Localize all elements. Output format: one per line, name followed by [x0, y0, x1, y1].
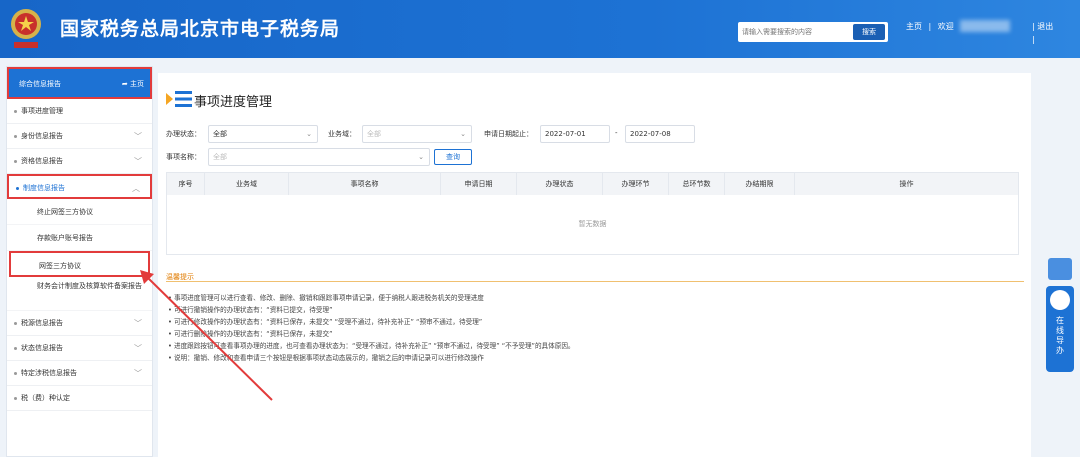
empty-state: 暂无数据	[578, 220, 607, 228]
divider	[166, 281, 1024, 282]
chevron-down-icon: ﹀	[134, 132, 142, 141]
sidebar-item-system[interactable]: 制度信息报告 ︿	[7, 174, 152, 199]
online-guide-button[interactable]: 在线导办	[1046, 286, 1074, 372]
sidebar-item-tax-source[interactable]: 税源信息报告 ﹀	[7, 311, 152, 336]
column-header: 业务域	[205, 173, 289, 195]
column-header: 总环节数	[669, 173, 725, 195]
home-link[interactable]: 主页	[906, 22, 922, 31]
logout-link[interactable]: | 退出 |	[1032, 20, 1053, 46]
status-select[interactable]: 全部 ⌄	[208, 125, 318, 143]
national-emblem-icon	[11, 9, 41, 48]
back-arrow-icon: ➦	[121, 80, 128, 88]
column-header: 申请日期	[441, 173, 517, 195]
chevron-down-icon: ⌄	[460, 130, 466, 138]
bullet-icon	[14, 347, 17, 350]
annotation-arrow-icon	[140, 270, 273, 401]
sidebar-subitem-sign-agreement[interactable]: 网签三方协议	[9, 251, 150, 277]
user-icon[interactable]	[1048, 258, 1072, 280]
query-button[interactable]: 查询	[434, 149, 472, 165]
status-label: 办理状态：	[166, 130, 201, 138]
top-banner: 国家税务总局北京市电子税务局 搜索 主页 | 欢迎 | 退出|	[0, 0, 1080, 58]
assistant-avatar-icon	[1050, 290, 1070, 310]
column-header: 办结期限	[725, 173, 795, 195]
domain-select[interactable]: 全部 ⌄	[362, 125, 472, 143]
bullet-icon	[16, 187, 19, 190]
divider: |	[928, 21, 932, 31]
date-range-label: 申请日期起止：	[484, 130, 533, 138]
search-input[interactable]	[742, 24, 846, 40]
item-name-select[interactable]: 全部 ⌄	[208, 148, 430, 166]
chevron-down-icon: ⌄	[418, 153, 424, 161]
chevron-up-icon: ︿	[132, 184, 140, 193]
sidebar-header-label: 综合信息报告	[19, 80, 61, 88]
sidebar-home-link[interactable]: ➦ 主页	[122, 79, 144, 89]
list-icon	[166, 91, 192, 107]
chevron-down-icon: ﹀	[134, 157, 142, 166]
column-header: 办理环节	[603, 173, 669, 195]
search-box: 搜索	[738, 22, 888, 42]
table-header: 序号 业务域 事项名称 申请日期 办理状态 办理环节 总环节数 办结期限 操作	[167, 173, 1018, 195]
online-guide-label: 在线导办	[1056, 316, 1064, 355]
sidebar: 综合信息报告 ➦ 主页 事项进度管理 身份信息报告 ﹀ 资格信息报告 ﹀ 制度信息报…	[6, 66, 153, 457]
bullet-icon	[14, 160, 17, 163]
results-table: 序号 业务域 事项名称 申请日期 办理状态 办理环节 总环节数 办结期限 操作 …	[166, 172, 1019, 255]
sidebar-item-identity[interactable]: 身份信息报告 ﹀	[7, 124, 152, 149]
date-separator: -	[615, 129, 618, 137]
sidebar-header[interactable]: 综合信息报告 ➦ 主页	[7, 67, 152, 99]
page-title: 事项进度管理	[194, 95, 273, 110]
column-header: 序号	[167, 173, 205, 195]
sidebar-subitem-terminate-agreement[interactable]: 终止网签三方协议	[7, 199, 152, 225]
date-to-input[interactable]: 2022-07-08	[625, 125, 695, 143]
sidebar-item-status[interactable]: 状态信息报告 ﹀	[7, 336, 152, 361]
domain-label: 业务域：	[328, 130, 356, 138]
chevron-down-icon: ⌄	[306, 130, 312, 138]
welcome-text: 欢迎	[937, 21, 954, 31]
column-header: 办理状态	[517, 173, 603, 195]
sidebar-item-specific-tax[interactable]: 特定涉税信息报告 ﹀	[7, 361, 152, 386]
top-links: 主页 | 欢迎	[906, 20, 1014, 32]
sidebar-item-progress[interactable]: 事项进度管理	[7, 99, 152, 124]
column-header: 事项名称	[289, 173, 441, 195]
item-name-label: 事项名称：	[166, 153, 201, 161]
date-from-input[interactable]: 2022-07-01	[540, 125, 610, 143]
bullet-icon	[14, 372, 17, 375]
search-button[interactable]: 搜索	[853, 24, 885, 40]
sidebar-subitem-accounting-system[interactable]: 财务会计制度及核算软件备案报告	[7, 277, 152, 311]
main-panel: 事项进度管理 办理状态： 全部 ⌄ 业务域： 全部 ⌄ 申请日期起止： 2022-0…	[158, 73, 1031, 457]
online-guide-widget[interactable]: 在线导办	[1046, 258, 1074, 372]
bullet-icon	[14, 322, 17, 325]
bullet-icon	[14, 397, 17, 400]
sidebar-subitem-bank-account[interactable]: 存款账户账号报告	[7, 225, 152, 251]
column-header: 操作	[899, 180, 914, 188]
sidebar-item-tax-type[interactable]: 税（费）种认定	[7, 386, 152, 411]
bullet-icon	[14, 135, 17, 138]
bullet-icon	[14, 110, 17, 113]
user-name-redacted	[960, 20, 1011, 32]
site-title: 国家税务总局北京市电子税务局	[60, 18, 341, 40]
sidebar-item-qualification[interactable]: 资格信息报告 ﹀	[7, 149, 152, 174]
